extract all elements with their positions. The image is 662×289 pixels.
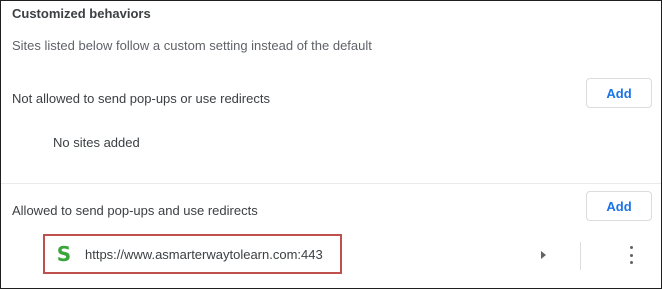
site-favicon-icon: S <box>56 242 72 266</box>
add-blocked-site-button[interactable]: Add <box>586 78 652 108</box>
allowed-site-row[interactable]: S https://www.asmarterwaytolearn.com:443 <box>43 234 342 274</box>
section-heading: Customized behaviors <box>12 6 151 21</box>
settings-panel: Customized behaviors Sites listed below … <box>0 0 662 289</box>
add-allowed-site-button[interactable]: Add <box>586 191 652 221</box>
more-vertical-icon[interactable] <box>625 246 637 264</box>
section-description: Sites listed below follow a custom setti… <box>12 38 372 53</box>
arrow-right-icon[interactable] <box>541 251 546 259</box>
blocked-group-title: Not allowed to send pop-ups or use redir… <box>12 91 270 106</box>
site-url: https://www.asmarterwaytolearn.com:443 <box>85 246 323 262</box>
row-separator <box>580 242 581 270</box>
section-divider <box>1 183 661 184</box>
allowed-group-title: Allowed to send pop-ups and use redirect… <box>12 203 258 218</box>
blocked-empty-text: No sites added <box>53 135 140 150</box>
